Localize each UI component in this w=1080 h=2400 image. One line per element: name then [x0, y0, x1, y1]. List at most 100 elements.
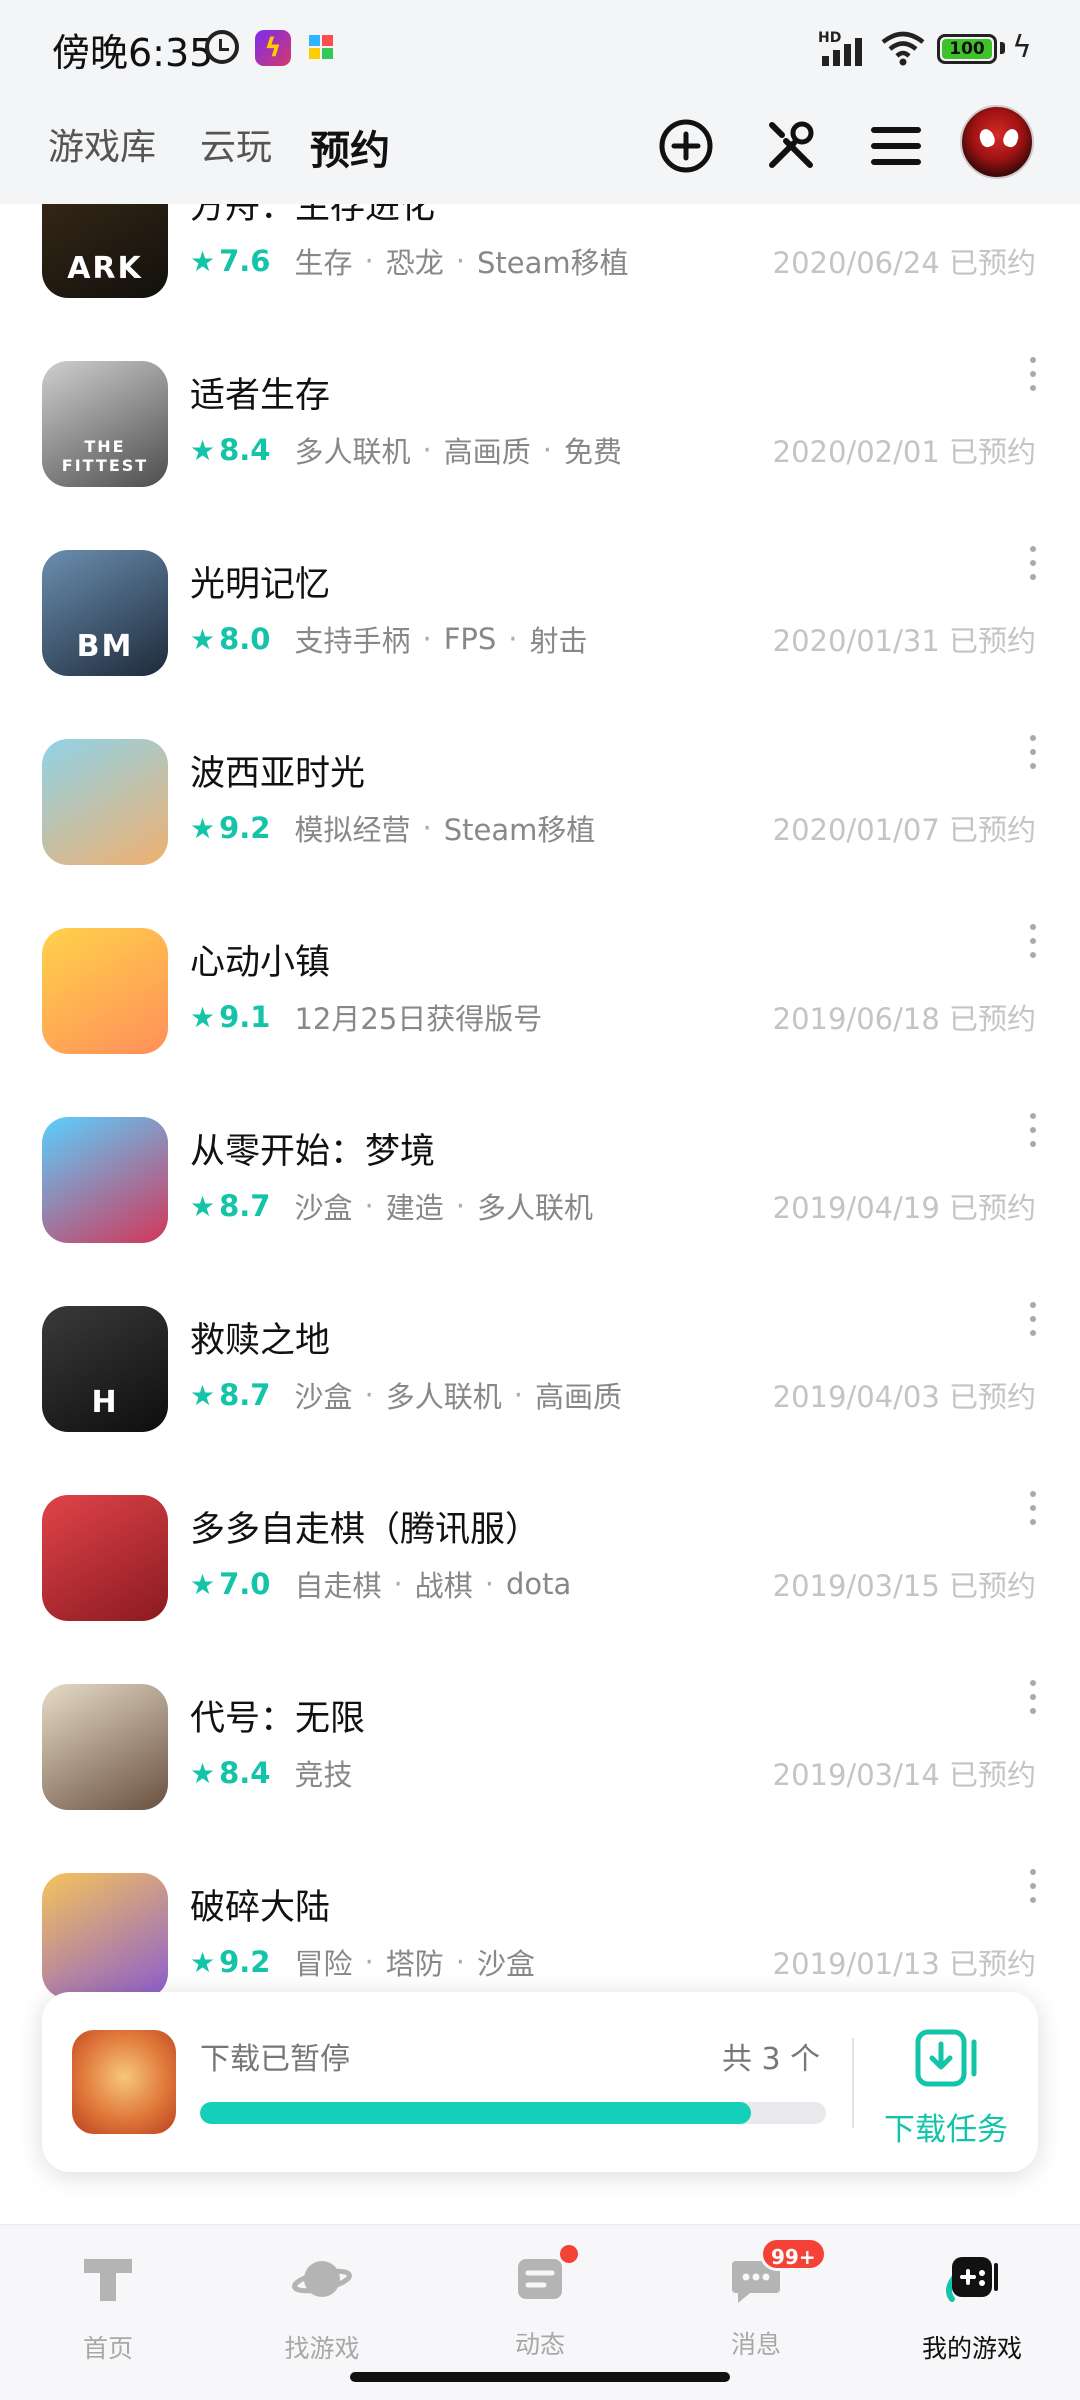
tag-separator: · — [455, 1945, 465, 1979]
game-title[interactable]: 破碎大陆 — [190, 1879, 330, 1930]
game-icon[interactable] — [42, 1117, 168, 1243]
game-title[interactable]: 救赎之地 — [190, 1312, 330, 1363]
game-title[interactable]: 光明记忆 — [190, 556, 330, 607]
more-options-icon[interactable] — [1030, 1113, 1038, 1147]
tag-separator: · — [422, 811, 432, 845]
add-circle-icon — [659, 119, 713, 173]
game-meta: ★ 8.7 沙盒 · 多人联机 · 高画质 — [190, 1374, 622, 1416]
game-row[interactable]: 心动小镇 ★ 9.1 12月25日获得版号 2019/06/18 已预约 — [0, 896, 1080, 1085]
nav-messages[interactable]: 99+ 消息 — [676, 2237, 836, 2361]
nav-home[interactable]: 首页 — [28, 2251, 188, 2365]
home-indicator[interactable] — [350, 2372, 730, 2382]
game-icon[interactable]: ARK — [42, 204, 168, 298]
game-row[interactable]: ARK 方舟：生存进化 ★ 7.6 生存 · 恐龙 · Steam移植 2020/06/24 已预… — [0, 204, 1080, 329]
tools-button[interactable] — [755, 110, 827, 182]
alarm-icon — [205, 30, 239, 64]
game-meta: ★ 9.1 12月25日获得版号 — [190, 996, 542, 1038]
game-tag: 射击 — [529, 624, 588, 658]
more-options-icon[interactable] — [1030, 924, 1038, 958]
tab-reservations[interactable]: 预约 — [310, 118, 390, 176]
more-options-icon[interactable] — [1030, 1869, 1038, 1903]
game-row[interactable]: BM 光明记忆 ★ 8.0 支持手柄 · FPS · 射击 2020/01/31 已预约 — [0, 518, 1080, 707]
game-meta: ★ 8.4 竞技 — [190, 1752, 353, 1794]
menu-button[interactable] — [860, 110, 932, 182]
game-row[interactable]: 从零开始：梦境 ★ 8.7 沙盒 · 建造 · 多人联机 2019/04/19 已预约 — [0, 1085, 1080, 1274]
game-title[interactable]: 波西亚时光 — [190, 745, 365, 796]
nav-my-games-label: 我的游戏 — [921, 2334, 1022, 2363]
more-options-icon[interactable] — [1030, 1680, 1038, 1714]
game-title[interactable]: 代号：无限 — [190, 1690, 365, 1741]
game-title[interactable]: 方舟：生存进化 — [190, 204, 435, 229]
more-dot — [1030, 749, 1036, 755]
more-dot — [1030, 574, 1036, 580]
game-row[interactable]: H 救赎之地 ★ 8.7 沙盒 · 多人联机 · 高画质 2019/04/03 已预约 — [0, 1274, 1080, 1463]
game-icon[interactable]: BM — [42, 550, 168, 676]
star-icon: ★ — [190, 1000, 216, 1034]
tools-icon — [769, 121, 814, 168]
game-icon[interactable] — [42, 928, 168, 1054]
game-row[interactable]: 代号：无限 ★ 8.4 竞技 2019/03/14 已预约 — [0, 1652, 1080, 1841]
nav-find-games[interactable]: 找游戏 — [242, 2251, 402, 2365]
game-title[interactable]: 多多自走棋（腾讯服） — [190, 1501, 540, 1552]
game-row[interactable]: THE FITTEST 适者生存 ★ 8.4 多人联机 · 高画质 · 免费 2020/02/01… — [0, 329, 1080, 518]
game-icon[interactable] — [42, 739, 168, 865]
game-icon[interactable] — [42, 1495, 168, 1621]
download-task-icon[interactable] — [914, 2028, 980, 2088]
game-tag: 高画质 — [534, 1380, 622, 1414]
star-icon: ★ — [190, 1945, 216, 1979]
game-tag: 多人联机 — [385, 1380, 502, 1414]
game-score: 9.1 — [219, 1000, 271, 1034]
more-options-icon[interactable] — [1030, 546, 1038, 580]
more-dot — [1030, 1883, 1036, 1889]
nav-messages-label: 消息 — [730, 2330, 781, 2359]
game-score: 8.7 — [219, 1189, 271, 1223]
user-avatar[interactable] — [960, 105, 1034, 179]
game-title[interactable]: 适者生存 — [190, 367, 330, 418]
more-options-icon[interactable] — [1030, 1491, 1038, 1525]
star-icon: ★ — [190, 811, 216, 845]
game-tag: 竞技 — [294, 1758, 353, 1792]
more-options-icon[interactable] — [1030, 1302, 1038, 1336]
game-score: 8.4 — [219, 1756, 271, 1790]
wifi-icon — [881, 31, 925, 66]
tag-separator: · — [422, 622, 432, 656]
more-options-icon[interactable] — [1030, 735, 1038, 769]
reservation-date: 2019/04/19 已预约 — [772, 1191, 1036, 1225]
game-icon-text: H — [91, 1385, 119, 1420]
game-icon[interactable]: H — [42, 1306, 168, 1432]
more-dot — [1030, 357, 1036, 363]
game-tag: 生存 — [294, 246, 353, 280]
game-title[interactable]: 心动小镇 — [190, 934, 330, 985]
top-header: 游戏库 云玩 预约 — [0, 100, 1080, 204]
game-row[interactable]: 多多自走棋（腾讯服） ★ 7.0 自走棋 · 战棋 · dota 2019/03/15 已预约 — [0, 1463, 1080, 1652]
download-task-label[interactable]: 下载任务 — [884, 2104, 1008, 2149]
game-icon[interactable] — [42, 1873, 168, 1999]
game-icon[interactable] — [42, 1684, 168, 1810]
game-tag: 模拟经营 — [294, 813, 411, 847]
game-score: 8.4 — [219, 433, 271, 467]
more-dot — [1030, 560, 1036, 566]
add-button[interactable] — [650, 110, 722, 182]
more-options-icon[interactable] — [1030, 357, 1038, 391]
more-dot — [1030, 1113, 1036, 1119]
nav-feed[interactable]: 动态 — [460, 2245, 620, 2361]
game-icon[interactable]: THE FITTEST — [42, 361, 168, 487]
reservation-date: 2020/01/31 已预约 — [772, 624, 1036, 658]
app-notification-icon: ϟ — [255, 30, 291, 66]
tab-game-library[interactable]: 游戏库 — [48, 118, 156, 170]
nav-my-games[interactable]: 我的游戏 — [892, 2251, 1052, 2365]
game-row[interactable]: 波西亚时光 ★ 9.2 模拟经营 · Steam移植 2020/01/07 已预约 — [0, 707, 1080, 896]
download-card[interactable]: 下载已暂停 共 3 个 下载任务 — [42, 1992, 1038, 2172]
game-tag: Steam移植 — [476, 246, 629, 280]
more-dot — [1030, 1141, 1036, 1147]
tag-separator: · — [364, 1189, 374, 1223]
reservation-list: ARK 方舟：生存进化 ★ 7.6 生存 · 恐龙 · Steam移植 2020/06/24 已预… — [0, 204, 1080, 2224]
game-meta: ★ 8.7 沙盒 · 建造 · 多人联机 — [190, 1185, 593, 1227]
gamepad-icon — [946, 2257, 998, 2302]
tag-separator: · — [455, 1189, 465, 1223]
tab-cloud-play[interactable]: 云玩 — [200, 118, 272, 170]
reservation-date: 2019/03/14 已预约 — [772, 1758, 1036, 1792]
game-tag: 沙盒 — [294, 1380, 353, 1414]
game-title[interactable]: 从零开始：梦境 — [190, 1123, 435, 1174]
more-dot — [1030, 546, 1036, 552]
